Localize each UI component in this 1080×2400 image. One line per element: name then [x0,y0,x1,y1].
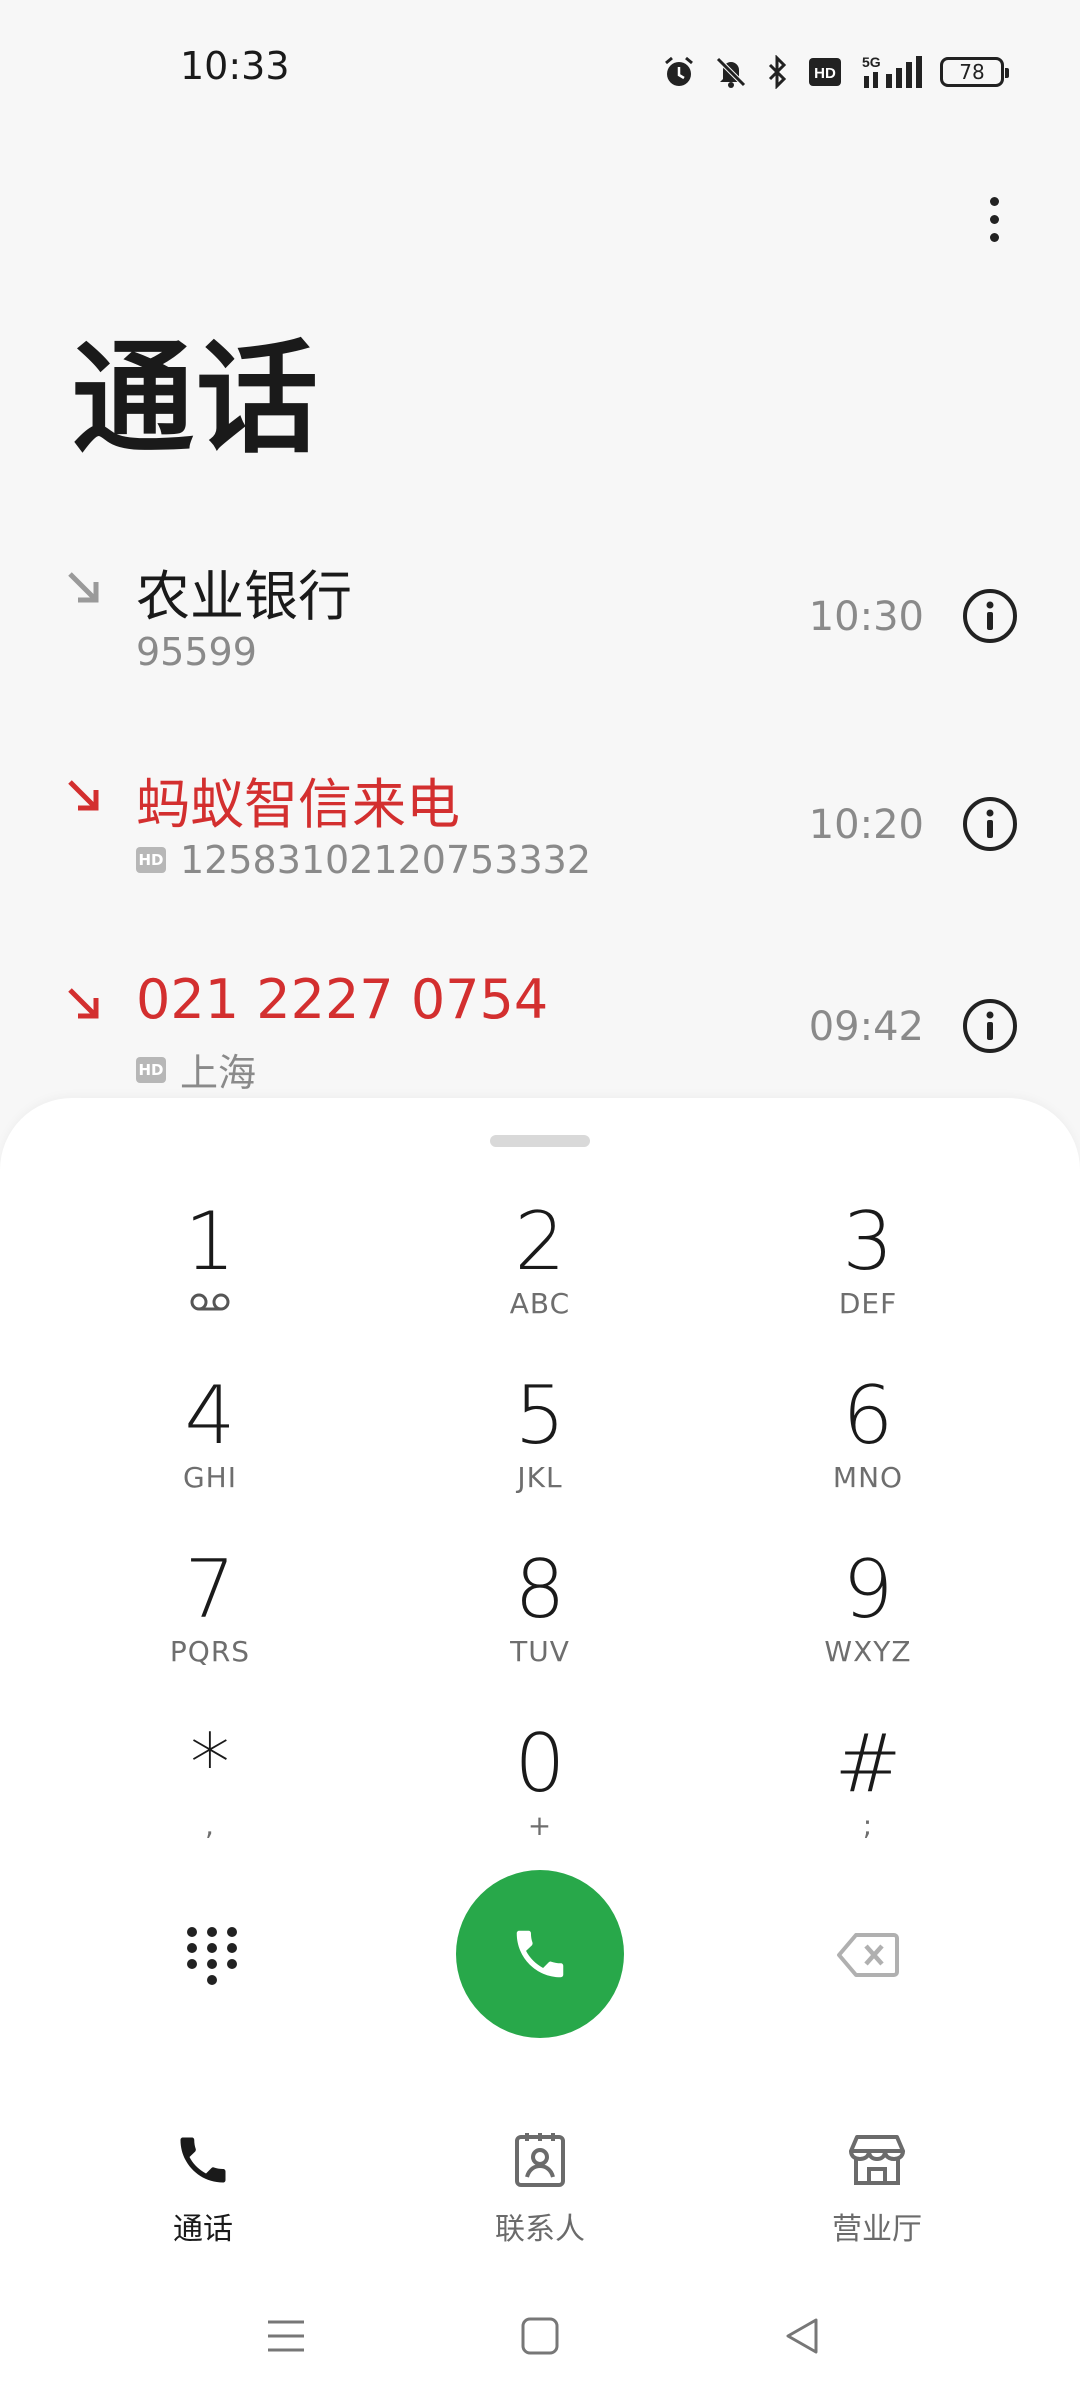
call-name: 021 2227 0754 [136,968,549,1031]
call-number: HD 12583102120753332 [136,838,591,882]
dial-key-4[interactable]: 4 GHI [60,1370,360,1530]
nav-home-button[interactable] [510,2306,570,2366]
tab-label: 营业厅 [832,2212,922,2247]
call-button[interactable] [456,1870,624,2038]
missed-call-icon [68,780,99,811]
call-log-item[interactable]: 农业银行 95599 10:30 [0,540,1080,720]
call-log-item[interactable]: 蚂蚁智信来电 HD 12583102120753332 10:20 [0,748,1080,928]
store-icon [845,2128,909,2192]
hd-badge: HD [136,1056,166,1083]
dialpad-toggle-icon[interactable] [180,1922,244,1986]
status-bar: 10:33 HD 5G 78 [0,0,1080,140]
info-icon[interactable] [962,588,1018,644]
menu-icon [268,2320,304,2352]
incoming-call-icon [68,572,99,603]
info-icon[interactable] [962,796,1018,852]
call-time: 09:42 [808,1004,924,1050]
status-icons: HD 5G 78 [662,50,1009,94]
dial-key-0[interactable]: 0 + [390,1718,690,1878]
svg-text:5G: 5G [862,54,881,70]
tab-calls[interactable]: 通话 [103,2128,303,2248]
page-title: 通话 [72,328,320,470]
dial-key-3[interactable]: 3 DEF [718,1196,1018,1356]
signal-icon: 5G [860,54,922,90]
more-vertical-icon [989,196,999,206]
call-name: 蚂蚁智信来电 [136,773,460,836]
home-icon [521,2317,559,2355]
dial-key-5[interactable]: 5 JKL [390,1370,690,1530]
drag-handle[interactable] [490,1135,590,1147]
tab-label: 通话 [173,2212,233,2247]
call-time: 10:20 [808,802,924,848]
bluetooth-icon [766,55,790,89]
nav-back-button[interactable] [772,2306,832,2366]
dial-key-9[interactable]: 9 WXYZ [718,1544,1018,1704]
tab-store[interactable]: 营业厅 [777,2128,977,2248]
more-options-button[interactable] [966,184,1022,254]
call-location: HD 上海 [136,1042,256,1097]
dial-key-star[interactable]: * , [60,1718,360,1878]
dial-key-hash[interactable]: # ; [718,1718,1018,1878]
info-icon[interactable] [962,998,1018,1054]
nav-menu-button[interactable] [256,2306,316,2366]
missed-call-icon [68,988,99,1019]
tab-label: 联系人 [495,2212,585,2247]
status-time: 10:33 [180,44,290,88]
back-icon [786,2318,818,2354]
call-time: 10:30 [808,594,924,640]
mute-icon [714,55,748,89]
dial-key-8[interactable]: 8 TUV [390,1544,690,1704]
svg-text:HD: HD [814,65,836,82]
alarm-icon [662,55,696,89]
dial-key-1[interactable]: 1 [60,1196,360,1356]
dial-key-2[interactable]: 2 ABC [390,1196,690,1356]
call-name: 农业银行 [136,565,352,628]
battery-icon: 78 [940,57,1009,87]
hd-icon: HD [808,57,842,87]
dial-key-6[interactable]: 6 MNO [718,1370,1018,1530]
hd-badge: HD [136,847,166,873]
tab-contacts[interactable]: 联系人 [440,2128,640,2248]
phone-icon [516,1930,564,1978]
dial-key-7[interactable]: 7 PQRS [60,1544,360,1704]
phone-icon [171,2128,235,2192]
voicemail-icon [190,1293,230,1311]
backspace-icon[interactable] [836,1930,900,1980]
call-number: 95599 [136,630,257,674]
contacts-icon [508,2128,572,2192]
